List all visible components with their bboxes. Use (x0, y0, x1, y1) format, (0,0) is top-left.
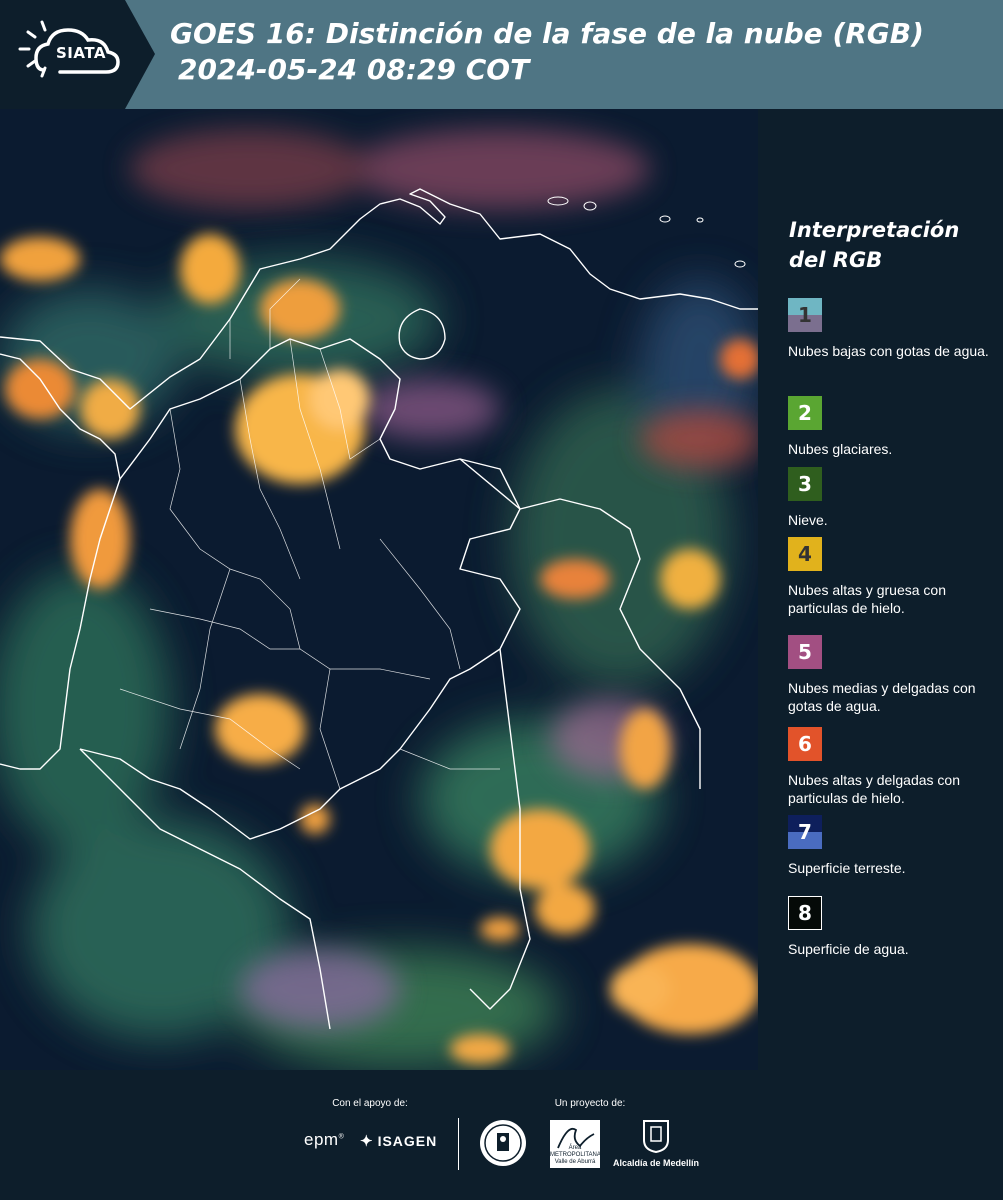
isagen-logo-text: ISAGEN (377, 1133, 438, 1149)
legend-swatch: 7 (788, 815, 822, 849)
isagen-logo: ✦ ISAGEN (360, 1132, 437, 1150)
legend-number: 7 (798, 820, 812, 844)
seal-icon (480, 1120, 526, 1166)
legend-swatch: 4 (788, 537, 822, 571)
legend-label: Nubes altas y gruesa con particulas de h… (788, 582, 946, 616)
legend-item-8: 8 Superficie de agua. (788, 896, 1000, 958)
isagen-icon: ✦ (360, 1133, 374, 1150)
legend-item-6: 6 Nubes altas y delgadas con particulas d… (788, 727, 1000, 807)
legend-item-2: 2 Nubes glaciares. (788, 396, 1000, 458)
legend-panel: Interpretación del RGB 1 Nubes bajas con … (760, 109, 1003, 1070)
area-metropolitana-logo: Área METROPOLITANA Valle de Aburrá (550, 1120, 601, 1168)
rgb-satellite-image (0, 109, 758, 1070)
legend-swatch: 3 (788, 467, 822, 501)
legend-number: 2 (798, 401, 812, 425)
footer: Con el apoyo de: epm® ✦ ISAGEN Un proyect… (0, 1070, 1003, 1200)
project-label: Un proyecto de: (554, 1098, 626, 1109)
epm-logo: epm® (304, 1130, 345, 1149)
legend-swatch: 2 (788, 396, 822, 430)
legend-swatch: 6 (788, 727, 822, 761)
legend-number: 3 (798, 472, 812, 496)
legend-label: Nubes glaciares. (788, 441, 893, 457)
legend-label: Nubes altas y delgadas con particulas de… (788, 772, 960, 806)
area-logo-text: Área METROPOLITANA Valle de Aburrá (550, 1145, 601, 1165)
legend-item-7: 7 Superficie terreste. (788, 815, 1000, 877)
legend-item-4: 4 Nubes altas y gruesa con particulas de … (788, 537, 1000, 617)
footer-divider (458, 1118, 459, 1170)
legend-label: Nubes bajas con gotas de agua. (788, 343, 989, 359)
alcaldia-shield-icon (643, 1120, 669, 1154)
legend-label: Superficie terreste. (788, 860, 906, 876)
legend-number: 1 (798, 303, 812, 327)
header: SIATA GOES 16: Distinción de la fase de … (0, 0, 1003, 109)
legend-label: Superficie de agua. (788, 941, 909, 957)
support-label: Con el apoyo de: (332, 1098, 408, 1109)
legend-swatch: 8 (788, 896, 822, 930)
legend-number: 8 (798, 901, 812, 925)
legend-swatch: 1 (788, 298, 822, 332)
legend-label: Nubes medias y delgadas con gotas de agu… (788, 680, 976, 714)
siata-logo: SIATA (0, 0, 155, 109)
satellite-map (0, 109, 758, 1070)
legend-number: 5 (798, 640, 812, 664)
siata-logo-text: SIATA (55, 44, 106, 62)
legend-item-5: 5 Nubes medias y delgadas con gotas de ag… (788, 635, 1000, 715)
legend-number: 6 (798, 732, 812, 756)
title-line-1: GOES 16: Distinción de la fase de la nub… (170, 17, 924, 50)
legend-item-1: 1 Nubes bajas con gotas de agua. (788, 298, 1000, 360)
legend-item-3: 3 Nieve. (788, 467, 1000, 529)
alcaldia-label: Alcaldía de Medellín (612, 1158, 700, 1168)
legend-title: Interpretación del RGB (789, 218, 960, 272)
legend-number: 4 (798, 542, 812, 566)
page-title: GOES 16: Distinción de la fase de la nub… (170, 16, 924, 88)
epm-logo-text: epm (304, 1130, 339, 1149)
legend-swatch: 5 (788, 635, 822, 669)
title-datetime: 2024-05-24 08:29 COT (178, 53, 530, 86)
legend-label: Nieve. (788, 512, 828, 528)
